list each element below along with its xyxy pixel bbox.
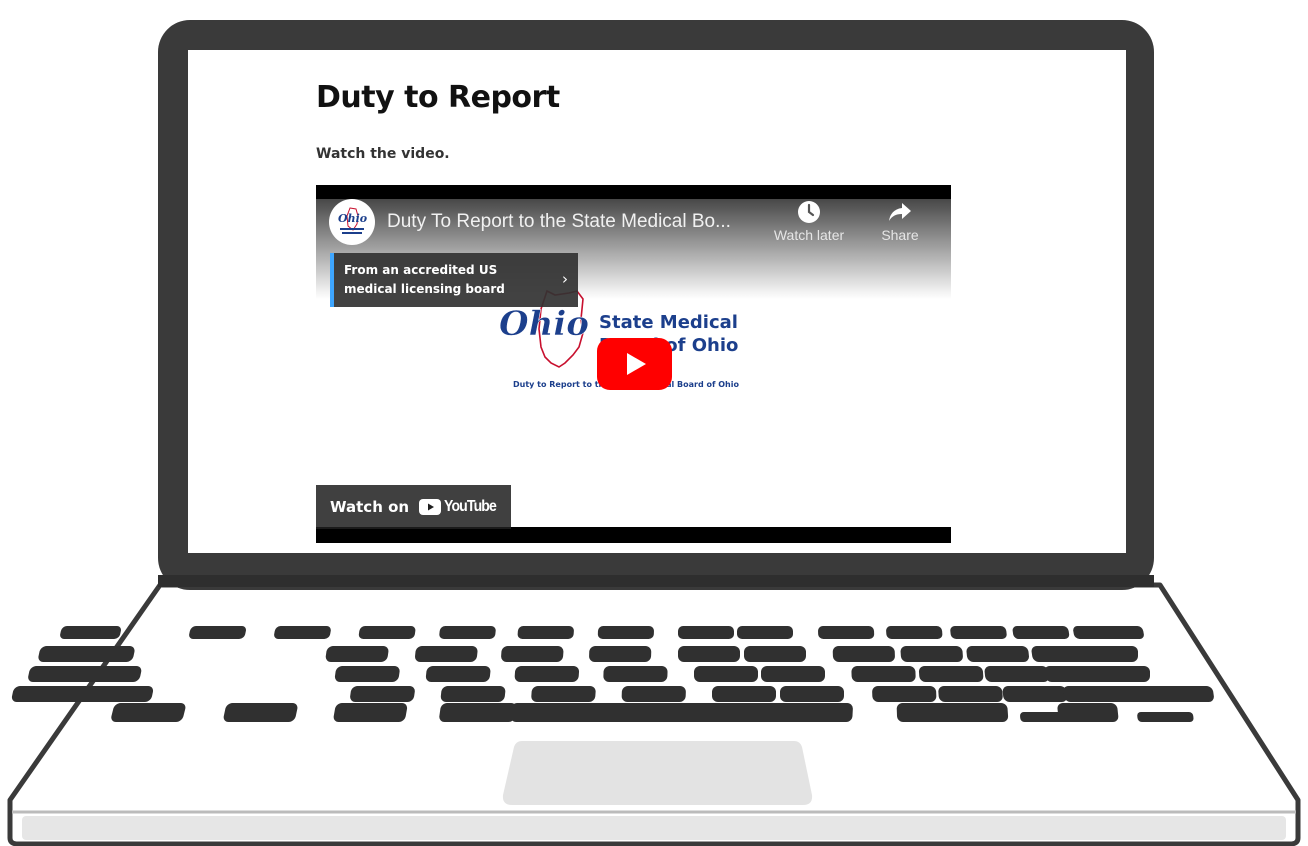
youtube-wordmark: YouTube: [444, 498, 497, 515]
watch-later-label: Watch later: [773, 227, 845, 243]
intro-text: Watch the video.: [316, 146, 450, 162]
keyboard-row-1: [60, 626, 1144, 639]
laptop-hinge: [158, 575, 1154, 587]
youtube-logo-icon: [419, 499, 442, 515]
watch-on-label: Watch on: [330, 498, 410, 516]
share-arrow-icon: [889, 203, 911, 221]
ohio-logo-wordmark: Ohio: [499, 304, 589, 344]
watch-on-youtube-button[interactable]: Watch on YouTube: [316, 485, 511, 529]
youtube-logo: YouTube: [419, 498, 503, 516]
page-title: Duty to Report: [316, 80, 560, 115]
info-panel-text: From an accredited US medical licensing …: [344, 263, 505, 296]
channel-avatar-logo: Ohio: [338, 207, 367, 234]
laptop-screen: Duty to Report Watch the video. Ohio Sta…: [188, 50, 1126, 553]
clock-icon: [798, 201, 820, 223]
info-panel[interactable]: From an accredited US medical licensing …: [330, 253, 578, 307]
play-icon[interactable]: [597, 338, 672, 390]
channel-avatar[interactable]: Ohio: [329, 199, 375, 245]
share-button[interactable]: Share: [855, 200, 945, 243]
watch-later-button[interactable]: Watch later: [764, 200, 854, 243]
share-label: Share: [881, 227, 919, 243]
video-title[interactable]: Duty To Report to the State Medical Bo..…: [387, 211, 731, 233]
youtube-video-player[interactable]: Ohio State Medical Board of Ohio Duty to…: [316, 185, 951, 543]
svg-text:Ohio: Ohio: [338, 212, 367, 225]
laptop-base-bottom: [22, 816, 1286, 840]
org-name-line1: State Medical: [599, 312, 738, 333]
chevron-right-icon: ›: [562, 270, 568, 288]
trackpad[interactable]: [502, 741, 813, 805]
